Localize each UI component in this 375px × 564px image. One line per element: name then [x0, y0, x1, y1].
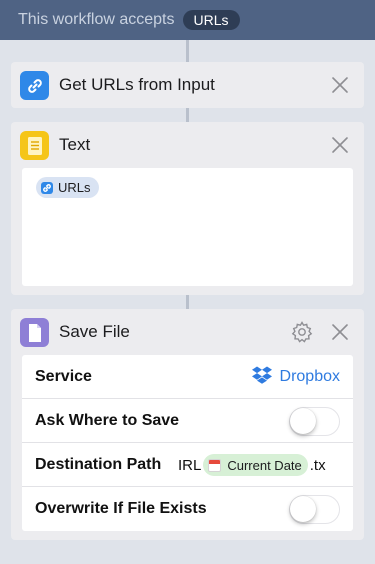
toggle-knob — [290, 496, 316, 522]
close-icon[interactable] — [328, 320, 352, 344]
link-icon — [41, 181, 53, 194]
close-icon[interactable] — [328, 73, 352, 97]
close-icon[interactable] — [328, 133, 352, 157]
flow-connector — [186, 40, 189, 62]
destination-path-row: Destination Path IRL Current Date .tx — [22, 443, 353, 487]
action-header: Text — [11, 122, 364, 168]
overwrite-toggle[interactable] — [289, 495, 340, 524]
action-header: Get URLs from Input — [11, 62, 364, 108]
toggle-knob — [290, 408, 316, 434]
ask-where-toggle[interactable] — [289, 407, 340, 436]
token-label: URLs — [58, 180, 91, 195]
action-title: Get URLs from Input — [59, 75, 215, 94]
overwrite-row: Overwrite If File Exists — [22, 487, 353, 531]
accepted-type-pill[interactable]: URLs — [182, 10, 240, 30]
action-title: Text — [59, 135, 91, 154]
gear-icon[interactable] — [290, 320, 314, 344]
header-text: This workflow accepts — [18, 11, 175, 28]
path-prefix: IRL — [178, 456, 202, 474]
service-label: Service — [35, 368, 92, 385]
link-icon — [20, 71, 49, 100]
destination-path-label: Destination Path — [35, 456, 162, 473]
action-get-urls[interactable]: Get URLs from Input — [11, 62, 364, 108]
note-icon — [20, 131, 49, 160]
variable-token-current-date[interactable]: Current Date — [203, 454, 308, 476]
workflow-input-header: This workflow accepts URLs — [0, 0, 375, 40]
path-suffix: .tx — [309, 456, 326, 474]
action-title: Save File — [59, 322, 130, 341]
action-header: Save File — [11, 309, 364, 355]
dropbox-icon — [251, 366, 272, 389]
action-text[interactable]: Text URLs — [11, 122, 364, 295]
service-value: Dropbox — [279, 368, 340, 385]
flow-connector — [186, 108, 189, 122]
document-icon — [20, 318, 49, 347]
text-input-area[interactable]: URLs — [22, 168, 353, 286]
ask-where-row: Ask Where to Save — [22, 399, 353, 443]
flow-connector — [186, 295, 189, 309]
destination-path-field[interactable]: IRL Current Date .tx — [178, 443, 346, 487]
variable-token-urls[interactable]: URLs — [36, 177, 99, 198]
overwrite-label: Overwrite If File Exists — [35, 500, 207, 517]
ask-where-label: Ask Where to Save — [35, 412, 180, 429]
calendar-icon — [208, 458, 222, 472]
token-label: Current Date — [227, 457, 302, 473]
service-picker[interactable]: Dropbox — [251, 355, 340, 399]
parameters-list: Service Dropbox Ask Where to Save Destin… — [22, 355, 353, 531]
service-row[interactable]: Service Dropbox — [22, 355, 353, 399]
action-save-file[interactable]: Save File Service Dropbox Ask Where to S… — [11, 309, 364, 540]
